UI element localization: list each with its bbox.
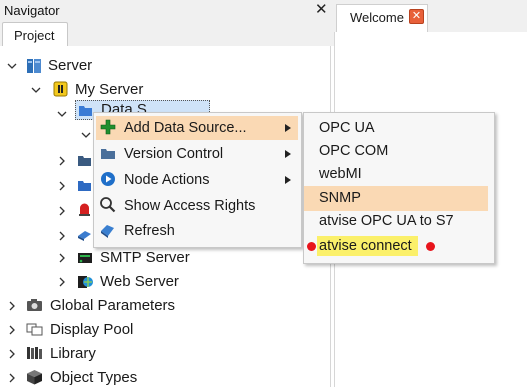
refresh-icon — [101, 225, 114, 238]
smtp-server-icon — [78, 253, 92, 263]
annotation-dot-left — [307, 242, 316, 251]
chevron-right-icon[interactable] — [7, 349, 17, 359]
chevron-down-icon[interactable] — [81, 130, 91, 140]
menu-item-refresh[interactable]: Refresh — [124, 223, 175, 239]
tab-welcome-close-icon[interactable]: ✕ — [409, 9, 424, 24]
submenu-arrow-icon — [285, 176, 291, 184]
archive-icon — [78, 231, 91, 241]
submenu-item-snmp[interactable]: SNMP — [319, 190, 361, 206]
folder-icon — [79, 106, 92, 116]
submenu-arrow-icon — [285, 124, 291, 132]
menu-item-node-actions[interactable]: Node Actions — [124, 172, 209, 188]
submenu-item-atvise-connect[interactable]: atvise connect — [319, 238, 412, 254]
chevron-right-icon[interactable] — [57, 253, 67, 263]
camera-icon — [27, 299, 42, 311]
tab-welcome-label: Welcome — [350, 10, 404, 25]
tree-item-library[interactable]: Library — [50, 345, 96, 362]
menu-item-add-data-source[interactable]: Add Data Source... — [124, 120, 247, 136]
annotation-dot-right — [426, 242, 435, 251]
folder-icon — [78, 156, 91, 166]
server-icon — [27, 59, 41, 73]
tree-item-object-types[interactable]: Object Types — [50, 369, 137, 386]
chevron-right-icon[interactable] — [57, 277, 67, 287]
chevron-right-icon[interactable] — [57, 181, 67, 191]
green-plus-icon — [100, 119, 116, 135]
display-pool-icon — [26, 323, 43, 336]
chevron-down-icon[interactable] — [7, 61, 17, 71]
alarm-icon — [79, 203, 90, 216]
tree-item-display-pool[interactable]: Display Pool — [50, 321, 133, 338]
menu-item-version-control[interactable]: Version Control — [124, 146, 223, 162]
tab-project-label: Project — [14, 28, 55, 43]
tree-item-smtp-server[interactable]: SMTP Server — [100, 249, 190, 266]
chevron-right-icon[interactable] — [7, 301, 17, 311]
tree-item-server[interactable]: Server — [48, 57, 92, 74]
menu-item-show-access-rights[interactable]: Show Access Rights — [124, 198, 255, 214]
library-icon — [27, 347, 42, 359]
submenu-arrow-icon — [285, 150, 291, 158]
tree-item-global-parameters[interactable]: Global Parameters — [50, 297, 175, 314]
chevron-right-icon[interactable] — [57, 206, 67, 216]
chevron-right-icon[interactable] — [57, 231, 67, 241]
magnifier-icon — [100, 197, 116, 213]
chevron-down-icon[interactable] — [31, 85, 41, 95]
submenu-item-opc-com[interactable]: OPC COM — [319, 143, 388, 159]
chevron-right-icon[interactable] — [7, 373, 17, 383]
tree-item-my-server[interactable]: My Server — [75, 81, 143, 98]
cube-icon — [27, 370, 42, 385]
navigator-close-icon[interactable]: ✕ — [315, 1, 328, 19]
chevron-right-icon[interactable] — [7, 325, 17, 335]
folder-icon — [78, 181, 91, 191]
tree-item-web-server[interactable]: Web Server — [100, 273, 179, 290]
play-circle-icon — [101, 172, 115, 186]
folder-icon — [101, 149, 115, 159]
chevron-down-icon[interactable] — [57, 109, 67, 119]
submenu-item-opc-ua[interactable]: OPC UA — [319, 120, 375, 136]
submenu-item-atvise-opc-ua-to-s7[interactable]: atvise OPC UA to S7 — [319, 213, 454, 229]
navigator-title: Navigator — [4, 3, 60, 18]
submenu-item-webmi[interactable]: webMI — [319, 166, 362, 182]
web-server-icon — [78, 276, 93, 288]
my-server-icon — [53, 81, 68, 97]
chevron-right-icon[interactable] — [57, 156, 67, 166]
